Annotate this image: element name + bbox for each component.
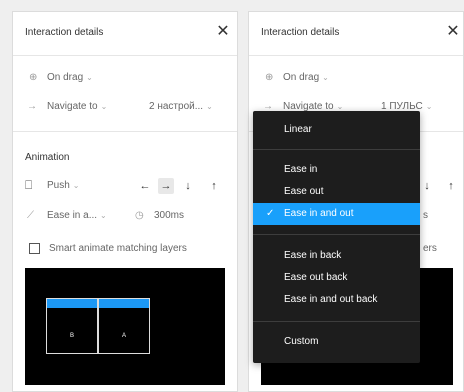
direction-left-button[interactable]: ← xyxy=(137,178,153,194)
menu-item-ease-out-back[interactable]: Ease out back xyxy=(253,267,420,289)
easing-select[interactable]: Ease in a... ⌄ xyxy=(47,210,107,221)
chevron-down-icon: ⌄ xyxy=(425,102,433,111)
trigger-select[interactable]: On drag ⌄ xyxy=(283,72,329,83)
arrow-right-icon: → xyxy=(27,101,37,112)
smart-animate-checkbox[interactable] xyxy=(29,243,40,254)
frame-header xyxy=(47,299,97,308)
trigger-label: On drag xyxy=(47,72,84,83)
clock-icon: ◷ xyxy=(135,210,144,221)
drag-icon: ⊕ xyxy=(29,72,38,83)
frame-header xyxy=(99,299,149,308)
interaction-details-panel: Interaction details ✕ ⊕ On drag ⌄ → Navig… xyxy=(12,11,238,392)
menu-item-custom[interactable]: Custom xyxy=(253,331,420,353)
destination-label: 2 настрой... xyxy=(149,101,204,112)
animation-preview: B A xyxy=(25,268,225,385)
direction-down-button[interactable]: ↓ xyxy=(419,178,435,194)
drag-icon: ⊕ xyxy=(265,72,274,83)
chevron-down-icon: ⌄ xyxy=(336,102,344,111)
chevron-down-icon: ⌄ xyxy=(100,102,108,111)
destination-select[interactable]: 2 настрой... ⌄ xyxy=(149,101,213,112)
chevron-down-icon: ⌄ xyxy=(72,181,80,190)
menu-item-linear[interactable]: Linear xyxy=(253,119,420,141)
panel-title: Interaction details xyxy=(25,27,104,38)
menu-item-ease-in-and-out[interactable]: ✓ Ease in and out xyxy=(253,203,420,225)
direction-up-button[interactable]: ↑ xyxy=(443,178,459,194)
panel-title: Interaction details xyxy=(261,27,340,38)
chevron-down-icon: ⌄ xyxy=(86,73,93,82)
chevron-down-icon: ⌄ xyxy=(206,102,213,111)
direction-up-button[interactable]: ↑ xyxy=(206,178,222,194)
animation-type-label: Push xyxy=(47,180,70,191)
easing-dropdown-menu: Linear Ease in Ease out ✓ Ease in and ou… xyxy=(253,111,420,363)
push-icon: ⎕ xyxy=(25,178,33,192)
direction-down-button[interactable]: ↓ xyxy=(180,178,196,194)
checkmark-icon: ✓ xyxy=(266,208,275,219)
trigger-label: On drag xyxy=(283,72,320,83)
frame-label: A xyxy=(121,333,126,339)
frame-label: B xyxy=(69,333,74,339)
duration-input[interactable]: 300ms xyxy=(154,210,184,221)
direction-right-button[interactable]: → xyxy=(158,178,174,194)
smart-animate-label: Smart animate matching layers xyxy=(49,243,187,254)
trigger-select[interactable]: On drag ⌄ xyxy=(47,72,93,83)
preview-frame-b: B xyxy=(46,298,98,354)
chevron-down-icon: ⌄ xyxy=(100,211,107,220)
menu-item-ease-in-and-out-back[interactable]: Ease in and out back xyxy=(253,289,420,311)
easing-curve-icon: ⟋ xyxy=(27,210,34,221)
menu-item-ease-in-back[interactable]: Ease in back xyxy=(253,245,420,267)
panel-header: Interaction details ✕ xyxy=(13,12,237,56)
easing-label: Ease in a... xyxy=(47,210,98,221)
menu-divider xyxy=(253,149,420,150)
chevron-down-icon: ⌄ xyxy=(322,73,329,82)
menu-item-ease-in[interactable]: Ease in xyxy=(253,159,420,181)
animation-type-select[interactable]: Push ⌄ xyxy=(47,180,80,191)
menu-item-ease-out[interactable]: Ease out xyxy=(253,181,420,203)
preview-frame-a: A xyxy=(98,298,150,354)
action-label: Navigate to xyxy=(47,101,98,112)
action-select[interactable]: Navigate to ⌄ xyxy=(47,101,107,112)
animation-section-title: Animation xyxy=(25,152,70,163)
smart-animate-label-partial: ers xyxy=(423,243,437,254)
close-icon[interactable]: ✕ xyxy=(445,24,461,40)
menu-item-label: Ease in and out xyxy=(284,208,354,219)
duration-input-partial[interactable]: s xyxy=(423,210,428,221)
menu-divider xyxy=(253,321,420,322)
section-divider xyxy=(13,131,237,132)
menu-divider xyxy=(253,234,420,235)
panel-header: Interaction details ✕ xyxy=(249,12,463,56)
close-icon[interactable]: ✕ xyxy=(215,24,231,40)
